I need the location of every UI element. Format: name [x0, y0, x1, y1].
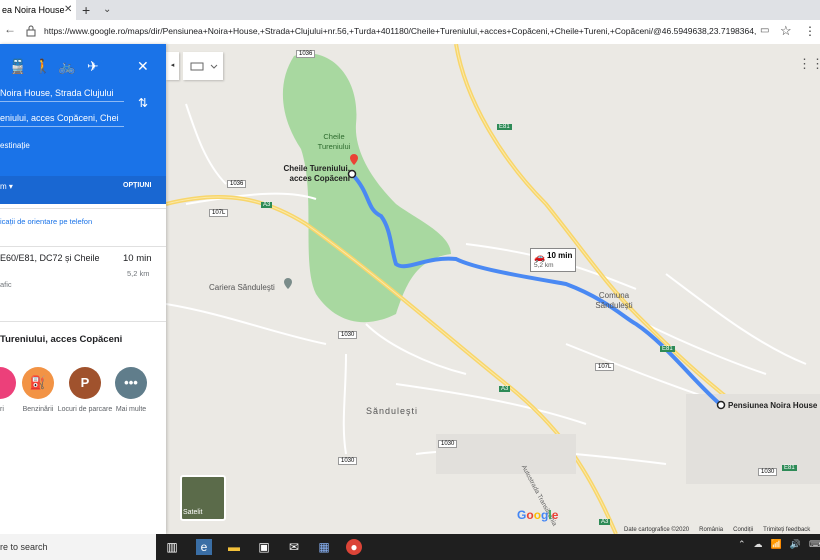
search-placeholder: re to search: [0, 542, 48, 552]
browser-menu-icon[interactable]: ⋮: [804, 24, 816, 38]
route-bubble-time: 10 min: [547, 251, 573, 260]
nearby-title: Tureniului, acces Copăceni: [0, 334, 123, 345]
road-shield: A3: [499, 386, 511, 392]
directions-panel: 🚆 🚶 🚲 ✈ ✕ Noira House, Strada Clujului e…: [0, 44, 166, 534]
depart-time-dropdown[interactable]: m ▾: [0, 182, 13, 191]
bookmark-star-icon[interactable]: ☆: [780, 23, 792, 39]
flight-mode-icon[interactable]: ✈: [87, 58, 99, 75]
route-name[interactable]: E60/E81, DC72 și Cheile: [0, 253, 100, 263]
map-footer: Date cartografice ©2020 România Condiții Tr…: [624, 527, 820, 533]
road-shield: A3: [261, 202, 273, 208]
url-field[interactable]: https://www.google.ro/maps/dir/Pensiunea…: [44, 26, 756, 36]
road-shield: 1030: [438, 440, 458, 448]
edge-icon[interactable]: e: [196, 539, 212, 555]
logo-letter: G: [517, 508, 527, 522]
divider: [0, 208, 166, 209]
add-destination-link[interactable]: estinație: [0, 141, 30, 150]
divider: [0, 246, 166, 247]
new-tab-button[interactable]: +: [82, 0, 90, 20]
route-distance: 5,2 km: [127, 269, 150, 278]
transit-mode-icon[interactable]: 🚆: [9, 58, 26, 75]
lock-icon: [26, 25, 36, 37]
origin-label: Pensiunea Noira House: [728, 401, 818, 410]
destination-input[interactable]: eniului, acces Copăceni, Chei: [0, 113, 124, 127]
collapse-panel-button[interactable]: ◂: [166, 52, 179, 80]
road-shield: E81: [782, 465, 797, 471]
poi-label: Cariera Sănduleşti: [209, 283, 275, 292]
park-area: [282, 53, 451, 323]
onedrive-icon[interactable]: ☁: [754, 539, 763, 549]
destination-label: Cheile Tureniului, acces Copăceni: [283, 164, 350, 183]
logo-letter: o: [526, 508, 534, 522]
address-bar: ← https://www.google.ro/maps/dir/Pensiun…: [0, 20, 820, 45]
logo-letter: e: [551, 508, 559, 522]
layers-toggle-button[interactable]: [183, 52, 223, 80]
category-label: Mai multe: [115, 406, 147, 413]
poi-pin-icon: [284, 278, 292, 289]
options-button[interactable]: OPȚIUNI: [123, 182, 151, 189]
chrome-icon[interactable]: ●: [346, 539, 362, 555]
country-link[interactable]: România: [699, 527, 723, 533]
google-logo: Google: [517, 508, 558, 522]
map-canvas[interactable]: 1036 E81 1036 107L A3 1030 A3 1030 E81 1…: [166, 44, 820, 534]
walking-mode-icon[interactable]: 🚶: [34, 58, 51, 75]
close-icon[interactable]: ✕: [137, 58, 149, 75]
system-tray[interactable]: ⌃ ☁ 📶 🔊 ⌨: [738, 539, 820, 550]
photos-icon[interactable]: ▦: [316, 539, 332, 555]
route-bubble-distance: 5,2 km: [534, 262, 554, 269]
cycling-mode-icon[interactable]: 🚲: [58, 58, 75, 75]
options-bar: [0, 176, 166, 204]
layers-icon: [190, 62, 218, 71]
route-traffic-note: afic: [0, 280, 12, 289]
mail-icon[interactable]: ✉: [286, 539, 302, 555]
tab-bar: [0, 0, 820, 20]
road-shield: 1030: [758, 468, 778, 476]
more-category-icon[interactable]: •••: [115, 367, 147, 399]
feedback-link[interactable]: Trimiteți feedback: [763, 527, 810, 533]
file-explorer-icon[interactable]: ▬: [226, 539, 242, 555]
volume-icon[interactable]: 🔊: [790, 539, 801, 549]
road-shield: 107L: [209, 209, 229, 217]
satellite-label: Satelit: [183, 509, 203, 516]
parking-category-icon[interactable]: P: [69, 367, 101, 399]
road-shield: E81: [660, 346, 675, 352]
task-view-icon[interactable]: ▥: [164, 539, 180, 555]
gas-station-category-icon[interactable]: ⛽: [22, 367, 54, 399]
taskbar-search[interactable]: re to search: [0, 534, 156, 560]
send-to-phone-link[interactable]: icații de orientare pe telefon: [0, 217, 92, 226]
route-time: 10 min: [123, 253, 152, 264]
tab-close-icon[interactable]: ✕: [64, 0, 72, 20]
road-shield: A3: [599, 519, 611, 525]
divider: [0, 321, 166, 322]
store-icon[interactable]: ▣: [256, 539, 272, 555]
restaurants-category-icon[interactable]: [0, 367, 16, 399]
route-line: [350, 172, 723, 407]
swap-icon[interactable]: ⇅: [138, 96, 148, 110]
tab-list-chevron-icon[interactable]: ⌄: [103, 0, 111, 20]
road-shield: 1036: [227, 180, 247, 188]
tab-title: ea Noira House: [2, 5, 65, 15]
origin-dot: [716, 400, 726, 410]
tray-overflow-icon[interactable]: ⌃: [738, 539, 746, 549]
town-label: Sănduleşti: [366, 406, 419, 416]
road-shield: 107L: [595, 363, 615, 371]
park-label: Cheile Tureniului: [317, 132, 351, 151]
logo-letter: o: [533, 508, 542, 522]
copyright: Date cartografice ©2020: [624, 527, 690, 533]
road-shield: 1036: [296, 50, 316, 58]
terms-link[interactable]: Condiții: [733, 527, 753, 533]
road-shield: E81: [497, 124, 512, 130]
road-shield: 1030: [338, 457, 358, 465]
apps-grid-icon[interactable]: ⋮⋮⋮: [798, 56, 820, 72]
reader-view-icon[interactable]: ▭: [760, 25, 769, 36]
origin-input[interactable]: Noira House, Strada Clujului: [0, 88, 124, 102]
road-shield: 1030: [338, 331, 358, 339]
back-button[interactable]: ←: [4, 22, 16, 36]
network-icon[interactable]: 📶: [771, 539, 782, 549]
route-info-bubble[interactable]: 🚗 10 min 5,2 km: [530, 248, 576, 272]
keyboard-icon[interactable]: ⌨: [809, 539, 820, 549]
village-label: Comuna Sănduleşti: [595, 291, 633, 310]
